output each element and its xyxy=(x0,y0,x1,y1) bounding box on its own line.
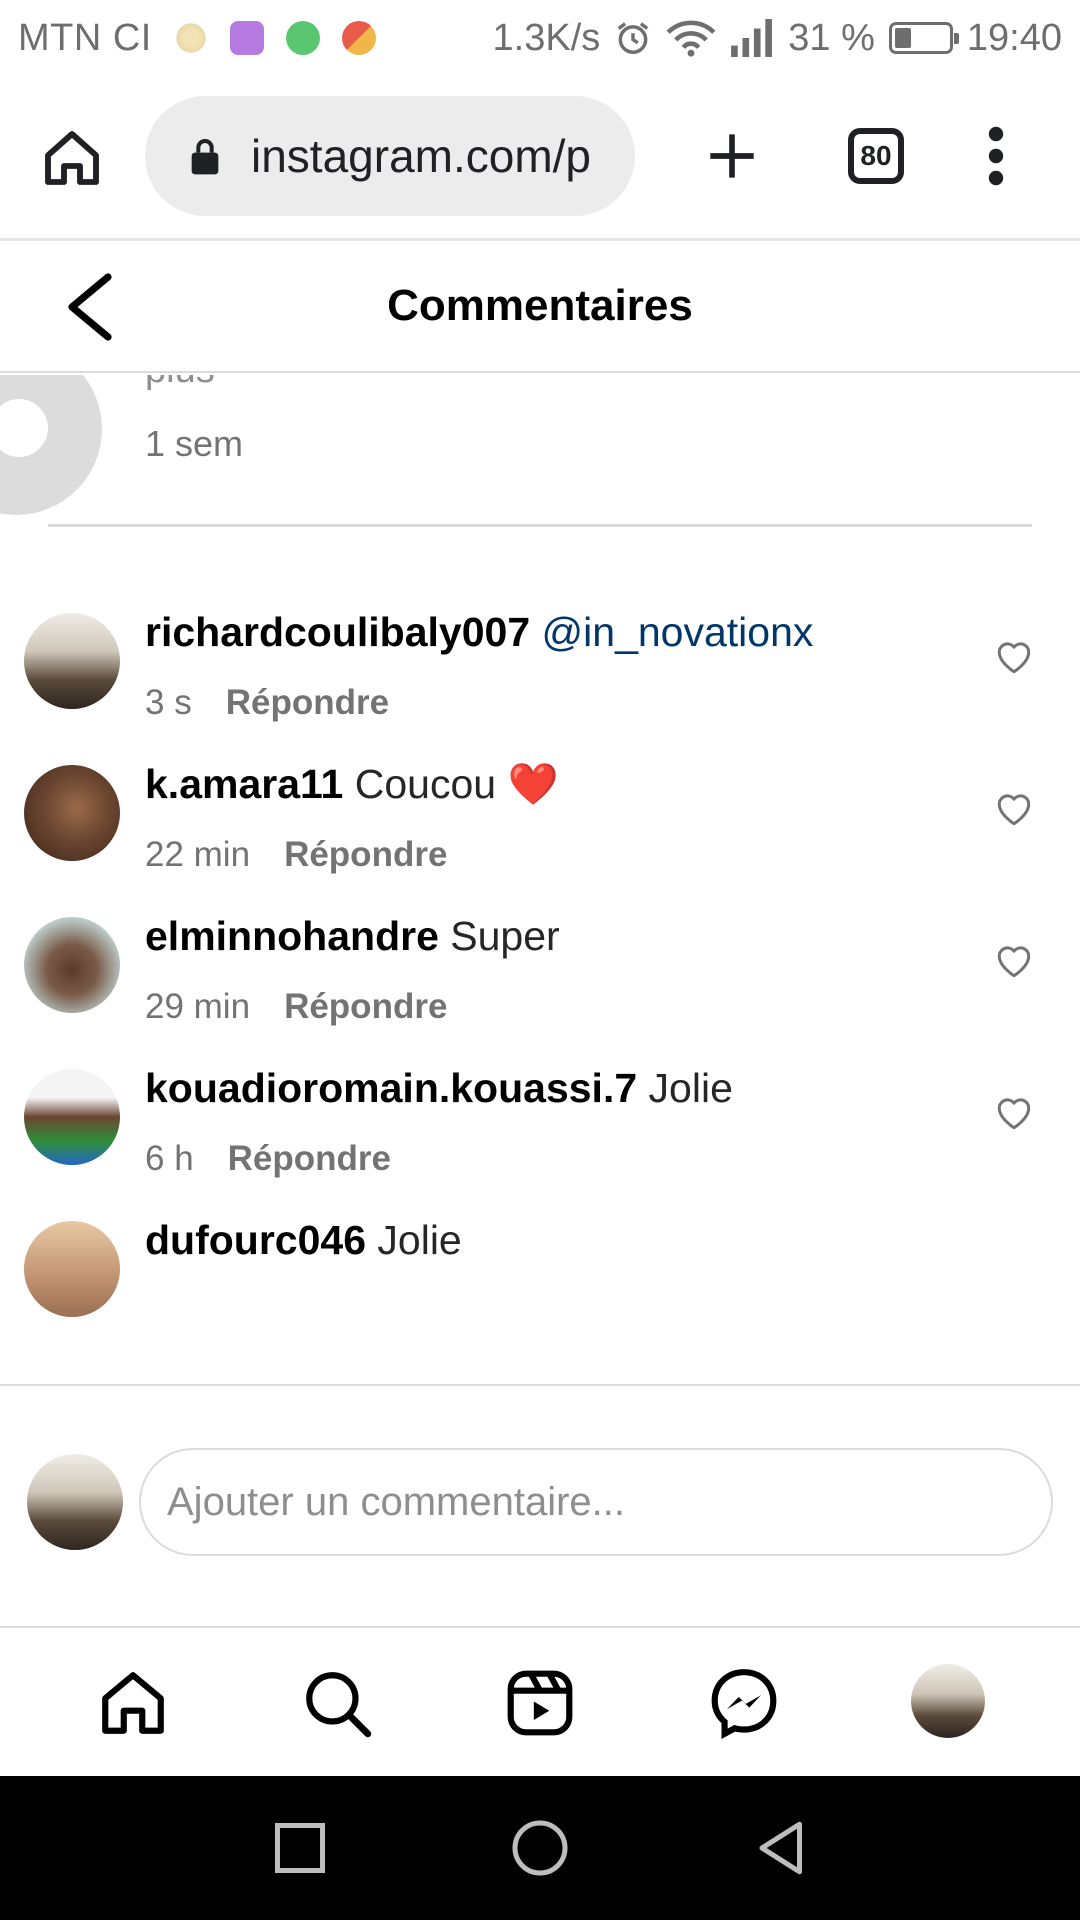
comment-username[interactable]: elminnohandre xyxy=(145,913,439,959)
heart-icon[interactable] xyxy=(994,1095,1034,1131)
network-speed: 1.3K/s xyxy=(492,16,601,59)
avatar[interactable] xyxy=(24,765,120,861)
whatsapp-icon xyxy=(285,21,320,55)
comment-content: Super xyxy=(450,913,560,959)
home-icon[interactable] xyxy=(40,126,104,190)
battery-icon xyxy=(888,22,959,54)
comment-text: dufourc046 Jolie xyxy=(145,1217,965,1264)
heart-icon[interactable] xyxy=(994,791,1034,827)
loading-spinner-icon xyxy=(0,375,102,515)
comment-username[interactable]: kouadioromain.kouassi.7 xyxy=(145,1065,637,1111)
back-triangle-icon[interactable] xyxy=(752,1818,812,1878)
tab-count: 80 xyxy=(860,140,892,171)
battery-level-fill xyxy=(894,28,911,48)
messenger-icon[interactable] xyxy=(707,1666,781,1740)
comment-meta: 6 h Répondre xyxy=(145,1139,391,1179)
comment-meta: 3 s Répondre xyxy=(145,683,389,723)
comments-list[interactable]: plus 1 sem richardcoulibaly007 @in_novat… xyxy=(0,375,1080,1384)
comment-text: richardcoulibaly007 @in_novationx xyxy=(145,609,965,656)
lock-icon xyxy=(191,139,219,175)
reply-button[interactable]: Répondre xyxy=(284,835,447,874)
reply-button[interactable]: Répondre xyxy=(228,1139,391,1178)
reply-button[interactable]: Répondre xyxy=(284,987,447,1026)
carrier-label: MTN CI xyxy=(18,16,152,59)
gmail-icon xyxy=(341,21,376,55)
recents-square-icon[interactable] xyxy=(270,1818,330,1878)
partial-comment-time: 1 sem xyxy=(145,423,244,464)
signal-icon xyxy=(731,19,773,57)
comment-meta: 22 min Répondre xyxy=(145,835,447,875)
avatar[interactable] xyxy=(24,613,120,709)
reels-icon[interactable] xyxy=(503,1666,577,1740)
comment-content: Jolie xyxy=(377,1217,462,1263)
clock: 19:40 xyxy=(966,16,1062,59)
comment-time: 3 s xyxy=(145,683,192,722)
tabs-button[interactable]: 80 xyxy=(848,128,904,184)
comment-time: 6 h xyxy=(145,1139,194,1178)
alarm-icon xyxy=(617,22,649,54)
heart-icon[interactable] xyxy=(994,639,1034,675)
avatar xyxy=(27,1454,123,1550)
overflow-menu-icon[interactable] xyxy=(988,126,1004,186)
address-bar[interactable]: instagram.com/p xyxy=(145,96,635,216)
plus-icon[interactable] xyxy=(706,130,758,182)
heart-icon[interactable] xyxy=(994,943,1034,979)
search-icon[interactable] xyxy=(300,1666,374,1740)
status-bar: MTN CI 1.3K/s 31 % 19:40 xyxy=(0,0,1080,76)
avatar xyxy=(911,1664,985,1738)
comment-composer xyxy=(0,1384,1080,1628)
wifi-icon xyxy=(666,20,716,57)
reply-button[interactable]: Répondre xyxy=(226,683,389,722)
comment-username[interactable]: k.amara11 xyxy=(145,761,343,807)
comment-text: elminnohandre Super xyxy=(145,913,965,960)
comment-input[interactable] xyxy=(139,1448,1053,1556)
bottom-nav xyxy=(0,1630,1080,1776)
system-nav-bar xyxy=(0,1776,1080,1920)
comment-username[interactable]: dufourc046 xyxy=(145,1217,366,1263)
home-circle-icon[interactable] xyxy=(510,1818,570,1878)
comment-meta: 29 min Répondre xyxy=(145,987,447,1027)
comment-item: dufourc046 Jolie xyxy=(0,1217,1080,1384)
comment-username[interactable]: richardcoulibaly007 xyxy=(145,609,530,655)
avatar[interactable] xyxy=(24,1069,120,1165)
avatar[interactable] xyxy=(24,1221,120,1317)
divider xyxy=(48,524,1032,527)
gallery-icon xyxy=(229,21,264,55)
comments-header: Commentaires xyxy=(0,241,1080,373)
partial-comment-text: plus xyxy=(145,375,215,392)
comment-content: Jolie xyxy=(648,1065,733,1111)
comment-content: Coucou ❤️ xyxy=(354,761,559,807)
battery-percent: 31 % xyxy=(788,16,875,59)
comment-time: 22 min xyxy=(145,835,251,874)
comment-text: k.amara11 Coucou ❤️ xyxy=(145,761,965,809)
profile-avatar[interactable] xyxy=(911,1664,985,1738)
comment-mention[interactable]: @in_novationx xyxy=(542,609,814,655)
comment-text: kouadioromain.kouassi.7 Jolie xyxy=(145,1065,965,1112)
emblem-icon xyxy=(173,21,208,55)
comment-time: 29 min xyxy=(145,987,251,1026)
avatar[interactable] xyxy=(24,917,120,1013)
home-icon[interactable] xyxy=(96,1666,170,1740)
page-title: Commentaires xyxy=(387,281,693,330)
browser-toolbar: instagram.com/p 80 xyxy=(0,76,1080,241)
url-text: instagram.com/p xyxy=(251,130,592,182)
